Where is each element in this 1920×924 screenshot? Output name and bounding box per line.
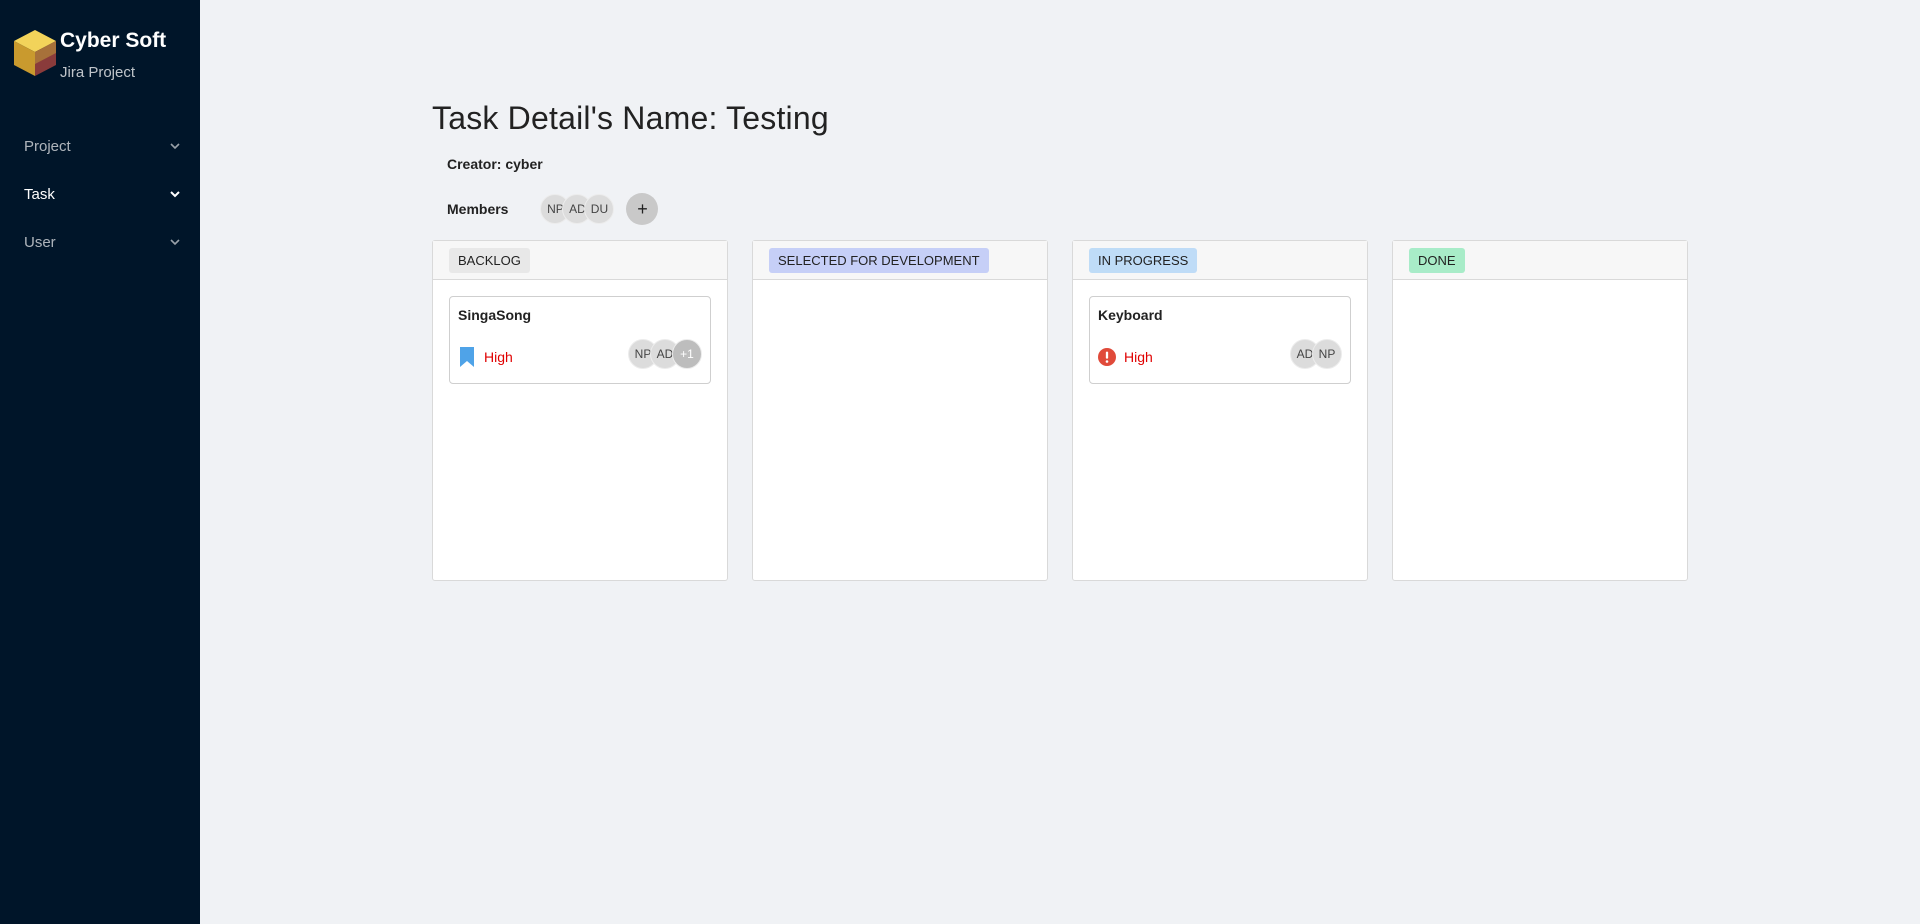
brand-subtitle: Jira Project: [60, 64, 136, 81]
brand[interactable]: Cyber Soft Jira Project: [12, 26, 192, 86]
add-member-button[interactable]: +: [626, 193, 659, 225]
task-card[interactable]: Keyboard High AD NP: [1089, 296, 1351, 384]
task-card[interactable]: SingaSong High NP AD +1: [449, 296, 711, 384]
chevron-down-icon: [170, 143, 180, 150]
kanban-board: BACKLOG SingaSong High NP AD +1 SELECTED…: [432, 240, 1688, 581]
bookmark-icon: [458, 346, 476, 368]
task-name: Keyboard: [1098, 307, 1163, 323]
avatar[interactable]: NP: [1312, 339, 1342, 369]
priority-label: High: [1124, 349, 1153, 365]
brand-name: Cyber Soft: [60, 29, 167, 52]
column-title: SELECTED FOR DEVELOPMENT: [769, 247, 989, 273]
priority-label: High: [484, 349, 513, 365]
task-assignees: NP AD +1: [628, 339, 702, 369]
menu-item-label: User: [24, 233, 56, 251]
column-header: DONE: [1393, 241, 1687, 280]
column-body: [1393, 280, 1687, 312]
column-title: IN PROGRESS: [1089, 247, 1198, 273]
column-title: BACKLOG: [449, 247, 530, 273]
creator-label: Creator: cyber: [447, 156, 543, 172]
chevron-down-icon: [170, 239, 180, 246]
column-body: SingaSong High NP AD +1: [433, 280, 727, 400]
menu-item-user[interactable]: User: [0, 218, 200, 266]
column-backlog: BACKLOG SingaSong High NP AD +1: [432, 240, 728, 581]
menu-item-project[interactable]: Project: [0, 122, 200, 170]
members-avatars: NP AD DU: [540, 194, 615, 224]
column-title: DONE: [1409, 247, 1465, 273]
column-in-progress: IN PROGRESS Keyboard High AD NP: [1072, 240, 1368, 581]
menu-item-task[interactable]: Task: [0, 170, 200, 218]
column-header: BACKLOG: [433, 241, 727, 280]
column-body: Keyboard High AD NP: [1073, 280, 1367, 400]
alert-circle-icon: [1098, 346, 1116, 368]
column-selected-for-development: SELECTED FOR DEVELOPMENT: [752, 240, 1048, 581]
more-assignees-badge[interactable]: +1: [672, 339, 702, 369]
column-header: IN PROGRESS: [1073, 241, 1367, 280]
menu-item-label: Project: [24, 137, 71, 155]
members-row: Members NP AD DU +: [447, 192, 659, 226]
avatar[interactable]: DU: [584, 194, 615, 224]
column-header: SELECTED FOR DEVELOPMENT: [753, 241, 1047, 280]
chevron-down-icon: [170, 191, 180, 198]
page-title: Task Detail's Name: Testing: [432, 100, 829, 136]
task-assignees: AD NP: [1290, 339, 1342, 369]
task-priority: High: [1098, 346, 1153, 368]
task-name: SingaSong: [458, 307, 532, 323]
main-content: Task Detail's Name: Testing Creator: cyb…: [200, 0, 1920, 924]
members-label: Members: [447, 201, 509, 217]
side-menu: Project Task User: [0, 122, 200, 266]
cube-logo-icon: [14, 30, 56, 76]
column-body: [753, 280, 1047, 312]
sidebar: Cyber Soft Jira Project Project Task Use…: [0, 0, 200, 924]
task-priority: High: [458, 346, 513, 368]
menu-item-label: Task: [24, 185, 55, 203]
column-done: DONE: [1392, 240, 1688, 581]
